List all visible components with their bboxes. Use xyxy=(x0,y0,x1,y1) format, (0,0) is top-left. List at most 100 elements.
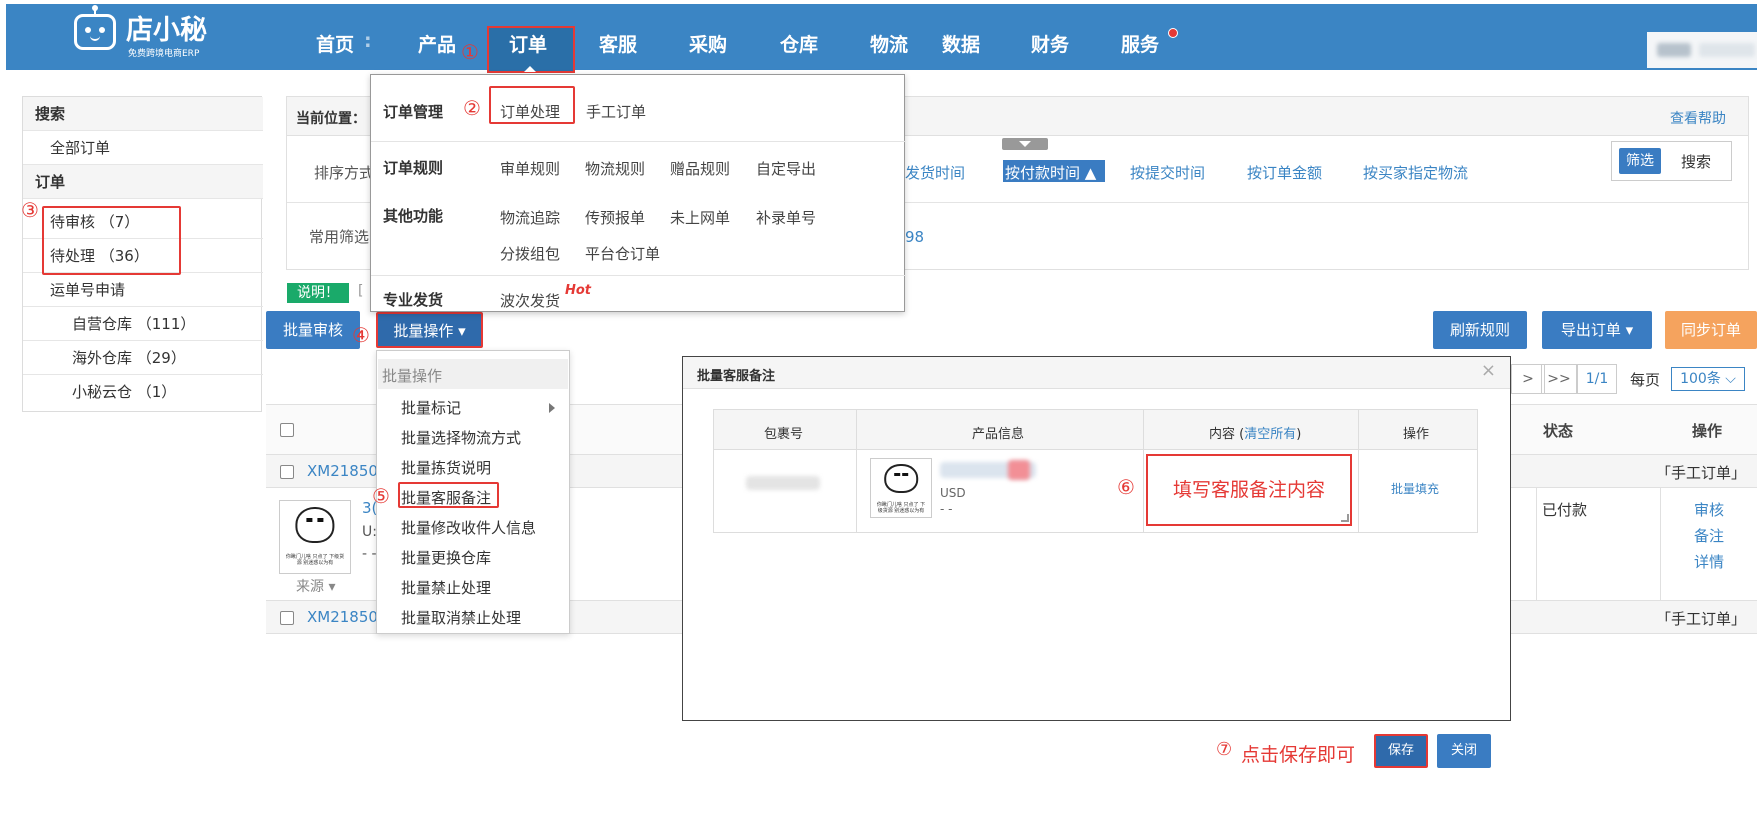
cs-remark-textarea[interactable]: 填写客服备注内容 xyxy=(1146,454,1352,526)
collapse-toggle[interactable] xyxy=(1002,138,1048,150)
filter-button[interactable]: 筛选 xyxy=(1619,148,1661,174)
menu-item-wave-shipping[interactable]: 波次发货 xyxy=(500,290,560,311)
review-link[interactable]: 审核 xyxy=(1694,499,1724,520)
batch-menu-item-pick-note[interactable]: 批量拣货说明 xyxy=(401,457,491,478)
pager-next[interactable]: > xyxy=(1511,364,1545,394)
per-page-select[interactable]: 100条 ⌵ xyxy=(1671,367,1745,391)
batch-menu-item-edit-recipient[interactable]: 批量修改收件人信息 xyxy=(401,517,536,538)
row-checkbox[interactable] xyxy=(280,465,294,479)
annotation-box-3 xyxy=(42,206,181,275)
notice-badge: 说明！ xyxy=(287,283,349,303)
sort-pay-time[interactable]: 按付款时间 ▲ xyxy=(1005,162,1096,183)
source-dropdown[interactable]: 来源 ▾ xyxy=(296,576,335,596)
menu-section-order-management: 订单管理 xyxy=(383,103,444,121)
status-column-header: 状态 xyxy=(1543,422,1574,440)
menu-item-allocate-pack[interactable]: 分拨组包 xyxy=(500,243,560,264)
annotation-7: ⑦ xyxy=(1216,739,1233,760)
product-thumbnail[interactable]: 你瞅门儿啥 只点了 下级货源 别迷惑以为有 xyxy=(279,500,351,574)
sidebar-orders-head: 订单 xyxy=(23,165,263,199)
user-account-area[interactable] xyxy=(1647,32,1757,68)
menu-item-upload-forecast[interactable]: 传预报单 xyxy=(585,207,645,228)
filter-search-toggle: 筛选 搜索 xyxy=(1611,141,1732,181)
sort-order-amount[interactable]: 按订单金额 xyxy=(1247,162,1322,183)
nav-logistics[interactable]: 物流 xyxy=(870,30,908,57)
order-status: 已付款 xyxy=(1542,501,1588,519)
menu-item-manual-order[interactable]: 手工订单 xyxy=(586,101,646,122)
search-button[interactable]: 搜索 xyxy=(1681,151,1711,172)
menu-item-custom-export[interactable]: 自定导出 xyxy=(756,158,816,179)
help-link[interactable]: 查看帮助 xyxy=(1670,108,1726,128)
close-icon[interactable]: × xyxy=(1481,360,1496,381)
batch-menu-item-change-warehouse[interactable]: 批量更换仓库 xyxy=(401,547,491,568)
sidebar-search-head: 搜索 xyxy=(23,97,263,131)
menu-item-offline-orders[interactable]: 未上网单 xyxy=(670,207,730,228)
nav-finance[interactable]: 财务 xyxy=(1031,30,1069,57)
menu-item-logistics-tracking[interactable]: 物流追踪 xyxy=(500,207,560,228)
column-package: 包裹号 xyxy=(764,427,804,442)
nav-data[interactable]: 数据 xyxy=(942,30,980,57)
sidebar-item-all-orders[interactable]: 全部订单 xyxy=(23,131,263,165)
select-all-checkbox[interactable] xyxy=(280,423,294,437)
row-checkbox[interactable] xyxy=(280,611,294,625)
menu-item-review-rules[interactable]: 审单规则 xyxy=(500,158,560,179)
common-filter-count[interactable]: 98 xyxy=(905,228,924,246)
annotation-box-5 xyxy=(398,482,499,508)
sync-orders-button[interactable]: 同步订单 xyxy=(1665,311,1757,349)
remark-link[interactable]: 备注 xyxy=(1694,525,1724,546)
batch-review-button[interactable]: 批量审核 xyxy=(266,311,360,349)
logo[interactable]: 店小秘 免费跨境电商ERP xyxy=(74,5,234,59)
operation-column-header: 操作 xyxy=(1692,422,1723,440)
orders-dropdown-menu: 订单管理 订单处理 手工订单 订单规则 审单规则 物流规则 赠品规则 自定导出 … xyxy=(370,74,906,312)
batch-menu-item-logistics[interactable]: 批量选择物流方式 xyxy=(401,427,521,448)
sort-label: 排序方式 xyxy=(314,164,375,182)
manual-order-tag: 「手工订单」 xyxy=(1656,610,1747,628)
menu-item-platform-warehouse[interactable]: 平台仓订单 xyxy=(585,243,660,264)
batch-menu-item-unforbid[interactable]: 批量取消禁止处理 xyxy=(401,607,521,628)
annotation-3: ③ xyxy=(21,198,39,222)
sort-submit-time[interactable]: 按提交时间 xyxy=(1130,162,1205,183)
menu-item-record-number[interactable]: 补录单号 xyxy=(756,207,816,228)
fill-all-link[interactable]: 批量填充 xyxy=(1391,480,1439,497)
product-currency: U: xyxy=(362,524,377,540)
nav-purchase[interactable]: 采购 xyxy=(689,30,727,57)
chevron-right-icon xyxy=(549,403,555,413)
pager-last[interactable]: >> xyxy=(1541,364,1577,394)
nav-services[interactable]: 服务 xyxy=(1121,30,1159,57)
order-number-link[interactable]: XM21850 xyxy=(307,462,378,480)
clear-all-link[interactable]: 清空所有 xyxy=(1244,427,1296,442)
modal-header: 批量客服备注 × xyxy=(683,357,1510,389)
export-orders-button[interactable]: 导出订单 ▾ xyxy=(1542,311,1652,349)
save-hint: 点击保存即可 xyxy=(1241,744,1356,766)
refresh-rules-button[interactable]: 刷新规则 xyxy=(1433,311,1527,349)
sort-ship-time[interactable]: 发货时间 xyxy=(905,162,965,183)
detail-link[interactable]: 详情 xyxy=(1694,551,1724,572)
close-button[interactable]: 关闭 xyxy=(1437,734,1491,768)
breadcrumb-label: 当前位置： xyxy=(296,111,366,127)
column-product: 产品信息 xyxy=(972,427,1025,442)
sidebar-item-self-warehouse[interactable]: 自营仓库 （111） xyxy=(23,307,263,341)
save-button[interactable]: 保存 xyxy=(1374,734,1428,768)
menu-item-gift-rules[interactable]: 赠品规则 xyxy=(670,158,730,179)
resize-handle-icon[interactable] xyxy=(1341,514,1349,522)
batch-menu-item-mark[interactable]: 批量标记 xyxy=(401,397,461,418)
batch-menu-item-forbid[interactable]: 批量禁止处理 xyxy=(401,577,491,598)
menu-item-logistics-rules[interactable]: 物流规则 xyxy=(585,158,645,179)
order-number-link[interactable]: XM21850 xyxy=(307,608,378,626)
batch-cs-remark-modal: 批量客服备注 × 包裹号 产品信息 内容 (清空所有) 操作 USD - - 批… xyxy=(682,356,1511,721)
sidebar-item-overseas-warehouse[interactable]: 海外仓库 （29） xyxy=(23,341,263,375)
nav-orders[interactable]: 订单 xyxy=(509,30,547,57)
nav-products[interactable]: 产品 xyxy=(418,30,456,57)
package-number xyxy=(746,476,820,490)
menu-section-pro-shipping: 专业发货 xyxy=(383,291,444,309)
annotation-box-2 xyxy=(489,86,575,124)
sort-buyer-logistics[interactable]: 按买家指定物流 xyxy=(1363,162,1468,183)
sidebar-item-xiaomi-cloud[interactable]: 小秘云仓 （1） xyxy=(23,375,263,409)
nav-home[interactable]: 首页 xyxy=(316,30,354,57)
robot-logo-icon xyxy=(74,5,116,50)
sidebar-item-waybill-apply[interactable]: 运单号申请 xyxy=(23,273,263,307)
nav-warehouse[interactable]: 仓库 xyxy=(780,30,818,57)
nav-customer-service[interactable]: 客服 xyxy=(599,30,637,57)
modal-title: 批量客服备注 xyxy=(697,369,776,384)
menu-section-other: 其他功能 xyxy=(383,207,444,225)
batch-ops-button[interactable]: 批量操作 ▾ xyxy=(376,312,483,348)
